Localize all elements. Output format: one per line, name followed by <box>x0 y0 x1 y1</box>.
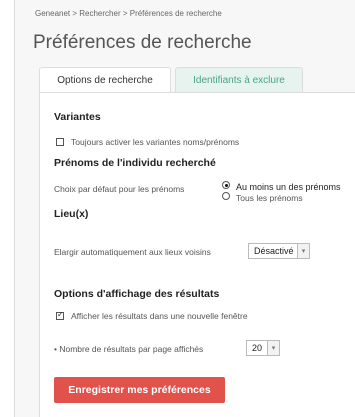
tab-options-de-recherche[interactable]: Options de recherche <box>39 67 171 93</box>
section-title-prenoms: Prénoms de l'individu recherché <box>54 157 216 169</box>
radio-au-moins-un-label: Au moins un des prénoms <box>236 182 341 192</box>
section-title-variantes: Variantes <box>54 111 101 123</box>
chevron-down-icon: ▾ <box>297 244 309 258</box>
save-preferences-button[interactable]: Enregistrer mes préférences <box>54 377 225 403</box>
lieux-label: Elargir automatiquement aux lieux voisin… <box>54 247 211 257</box>
prenoms-label: Choix par défaut pour les prénoms <box>54 184 185 194</box>
variantes-checkbox[interactable] <box>56 138 64 146</box>
section-title-affichage: Options d'affichage des résultats <box>54 288 220 300</box>
per-page-label: • Nombre de résultats par page affichés <box>54 344 204 354</box>
tab-identifiants-a-exclure[interactable]: Identifiants à exclure <box>175 67 303 93</box>
lieux-select[interactable]: Désactivé ▾ <box>248 243 310 259</box>
lieux-select-value: Désactivé <box>254 246 294 256</box>
per-page-select-value: 20 <box>252 343 263 353</box>
preferences-panel: Geneanet > Rechercher > Préférences de r… <box>14 0 355 417</box>
section-title-lieux: Lieu(x) <box>54 208 89 220</box>
nouvelle-fenetre-label: Afficher les résultats dans une nouvelle… <box>71 311 248 321</box>
page-title: Préférences de recherche <box>33 32 252 53</box>
breadcrumb[interactable]: Geneanet > Rechercher > Préférences de r… <box>35 9 222 18</box>
per-page-select[interactable]: 20 ▾ <box>246 340 280 356</box>
radio-tous-les-prenoms-label: Tous les prénoms <box>236 193 303 203</box>
nouvelle-fenetre-checkbox[interactable] <box>56 310 64 320</box>
variantes-checkbox-label: Toujours activer les variantes noms/prén… <box>71 137 240 147</box>
chevron-down-icon: ▾ <box>267 341 279 355</box>
tab-content: Variantes Toujours activer les variantes… <box>39 92 355 417</box>
radio-au-moins-un[interactable] <box>222 181 230 189</box>
radio-tous-les-prenoms[interactable] <box>222 192 230 200</box>
